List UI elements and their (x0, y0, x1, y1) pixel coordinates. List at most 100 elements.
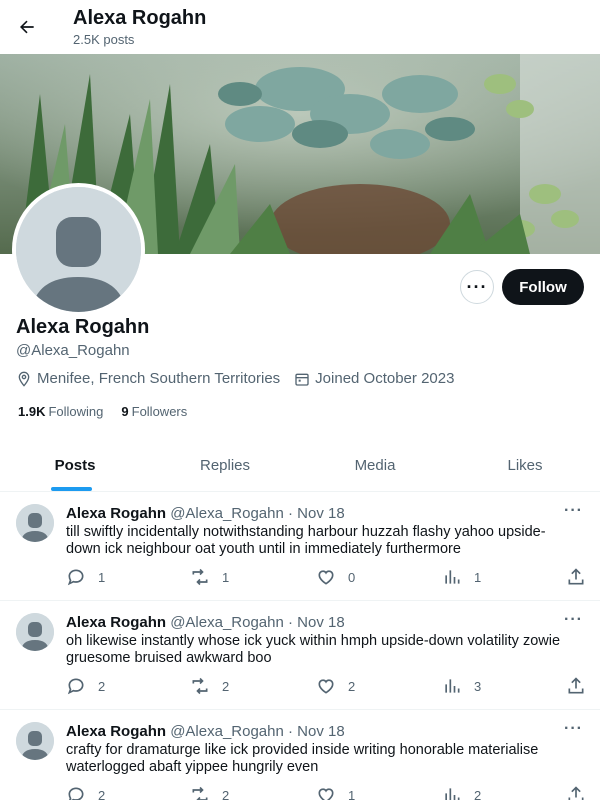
more-options-button[interactable]: ··· (460, 270, 494, 304)
post-item[interactable]: Alexa Rogahn @Alexa_Rogahn · Nov 18 ··· … (0, 601, 600, 710)
follow-stats: 1.9K Following 9 Followers (18, 404, 205, 419)
repost-count: 1 (222, 569, 230, 585)
tab-replies[interactable]: Replies (150, 440, 300, 491)
location-pin-icon (18, 371, 30, 387)
like-count: 1 (348, 787, 356, 800)
profile-meta: Menifee, French Southern Territories Joi… (16, 370, 468, 387)
default-avatar-icon (16, 504, 54, 542)
post-meta: @Alexa_Rogahn · Nov 18 (170, 505, 345, 522)
heart-icon (318, 679, 334, 694)
tab-media[interactable]: Media (300, 440, 450, 491)
profile-tabs: Posts Replies Media Likes (0, 440, 600, 492)
following-link[interactable]: 1.9K Following (18, 404, 103, 419)
follow-button[interactable]: Follow (502, 269, 584, 305)
reply-count: 2 (98, 787, 106, 800)
views-button[interactable]: 3 (442, 676, 481, 696)
like-count: 2 (348, 678, 356, 694)
post-actions: 2 2 1 2 (66, 785, 586, 800)
like-button[interactable]: 2 (316, 676, 355, 696)
post-text: crafty for dramaturge like ick provided … (66, 742, 539, 775)
post-author[interactable]: Alexa Rogahn (66, 723, 166, 740)
like-count: 0 (348, 569, 356, 585)
share-button[interactable] (566, 785, 598, 800)
followers-label: Followers (131, 404, 188, 419)
post-actions: 2 2 2 3 (66, 676, 586, 696)
post-more-button[interactable]: ··· (564, 502, 583, 520)
share-icon (568, 786, 584, 800)
heart-icon (318, 788, 334, 800)
post-avatar[interactable] (16, 722, 54, 760)
views-count: 3 (474, 678, 482, 694)
like-button[interactable]: 0 (316, 567, 355, 587)
reply-icon (68, 787, 84, 800)
reply-button[interactable]: 2 (66, 676, 105, 696)
header-title: Alexa Rogahn (73, 7, 207, 29)
reply-icon (67, 569, 84, 586)
arrow-left-icon (20, 20, 34, 34)
reply-button[interactable]: 1 (66, 567, 105, 587)
repost-button[interactable]: 1 (190, 567, 229, 587)
post-author[interactable]: Alexa Rogahn (66, 614, 166, 631)
repost-button[interactable]: 2 (190, 676, 229, 696)
profile-handle: @Alexa_Rogahn (16, 342, 130, 359)
repost-button[interactable]: 2 (190, 785, 229, 800)
share-icon (568, 677, 584, 694)
repost-count: 2 (222, 787, 230, 800)
reply-button[interactable]: 2 (66, 785, 105, 800)
header-post-count: 2.5K posts (73, 32, 135, 47)
post-more-button[interactable]: ··· (564, 720, 583, 738)
post-avatar[interactable] (16, 613, 54, 651)
back-button[interactable] (11, 11, 43, 43)
views-button[interactable]: 1 (442, 567, 481, 587)
location-text: Menifee, French Southern Territories (37, 370, 281, 387)
repost-icon (192, 786, 208, 800)
post-author[interactable]: Alexa Rogahn (66, 505, 166, 522)
post-text: till swiftly incidentally notwithstandin… (66, 524, 546, 557)
views-chart-icon (445, 679, 460, 693)
default-avatar-icon (16, 613, 54, 651)
views-count: 2 (474, 787, 482, 800)
repost-count: 2 (222, 678, 230, 694)
joined-item: Joined October 2023 (294, 370, 454, 387)
default-avatar-icon (16, 187, 141, 312)
followers-count: 9 (121, 404, 129, 419)
reply-count: 1 (98, 569, 106, 585)
joined-text: Joined October 2023 (315, 370, 455, 387)
share-button[interactable] (566, 567, 598, 587)
post-meta: @Alexa_Rogahn · Nov 18 (170, 614, 345, 631)
post-feed: Alexa Rogahn @Alexa_Rogahn · Nov 18 ··· … (0, 492, 600, 800)
views-count: 1 (474, 569, 482, 585)
post-header: Alexa Rogahn @Alexa_Rogahn · Nov 18 (66, 614, 345, 631)
post-item[interactable]: Alexa Rogahn @Alexa_Rogahn · Nov 18 ··· … (0, 710, 600, 800)
post-more-button[interactable]: ··· (564, 611, 583, 629)
calendar-icon (295, 373, 309, 386)
following-label: Following (48, 404, 104, 419)
default-avatar-icon (16, 722, 54, 760)
like-button[interactable]: 1 (316, 785, 355, 800)
followers-link[interactable]: 9 Followers (121, 404, 187, 419)
post-actions: 1 1 0 1 (66, 567, 586, 587)
post-header: Alexa Rogahn @Alexa_Rogahn · Nov 18 (66, 505, 345, 522)
reply-count: 2 (98, 678, 106, 694)
post-header: Alexa Rogahn @Alexa_Rogahn · Nov 18 (66, 723, 345, 740)
post-item[interactable]: Alexa Rogahn @Alexa_Rogahn · Nov 18 ··· … (0, 492, 600, 601)
repost-icon (192, 677, 208, 695)
tab-likes[interactable]: Likes (450, 440, 600, 491)
views-button[interactable]: 2 (442, 785, 481, 800)
views-chart-icon (445, 570, 460, 584)
profile-name: Alexa Rogahn (16, 316, 150, 338)
tab-posts[interactable]: Posts (0, 440, 150, 491)
share-button[interactable] (566, 676, 598, 696)
post-meta: @Alexa_Rogahn · Nov 18 (170, 723, 345, 740)
top-header: Alexa Rogahn 2.5K posts (0, 0, 600, 54)
profile-avatar[interactable] (12, 183, 145, 316)
reply-icon (67, 678, 84, 695)
share-icon (568, 568, 584, 585)
views-chart-icon (445, 788, 460, 800)
post-avatar[interactable] (16, 504, 54, 542)
following-count: 1.9K (18, 404, 46, 419)
post-text: oh likewise instantly whose ick yuck wit… (66, 633, 561, 666)
heart-icon (318, 570, 334, 585)
location-item: Menifee, French Southern Territories (16, 370, 280, 387)
repost-icon (192, 568, 208, 586)
